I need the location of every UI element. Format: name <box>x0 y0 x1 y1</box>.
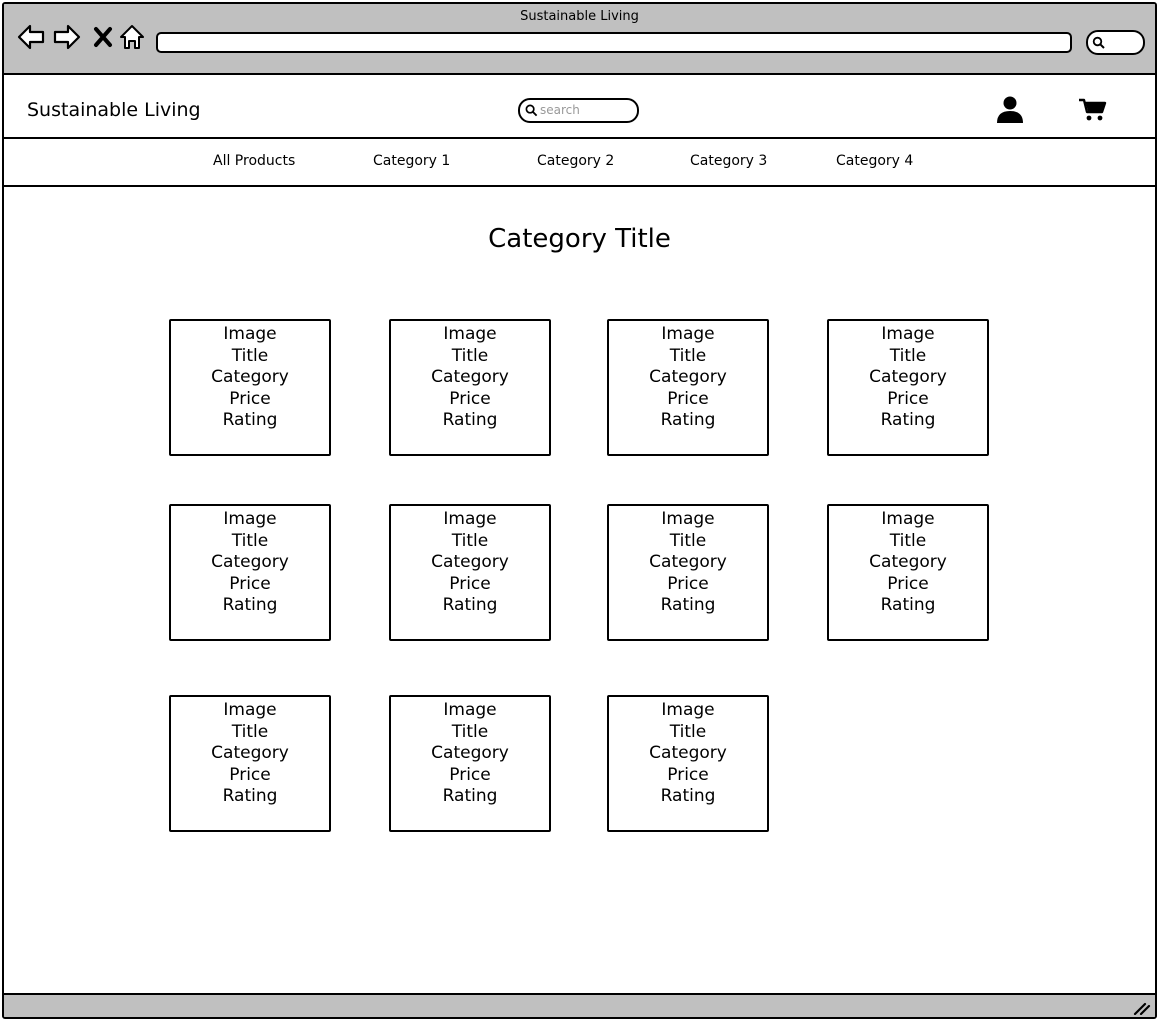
product-title: Title <box>451 345 489 366</box>
resize-grip-icon[interactable] <box>1133 1001 1151 1015</box>
product-title: Title <box>451 530 489 551</box>
user-icon[interactable] <box>993 96 1027 124</box>
product-image: Image <box>443 700 497 720</box>
back-icon[interactable] <box>16 22 46 52</box>
product-card[interactable]: Image Title Category Price Rating <box>607 319 769 456</box>
product-price: Price <box>887 573 929 594</box>
product-card[interactable]: Image Title Category Price Rating <box>827 319 989 456</box>
product-card[interactable]: Image Title Category Price Rating <box>169 319 331 456</box>
product-rating: Rating <box>442 410 498 430</box>
product-title: Title <box>231 345 269 366</box>
product-rating: Rating <box>222 595 278 615</box>
nav-item-category-4[interactable]: Category 4 <box>836 153 913 169</box>
product-category: Category <box>211 367 289 387</box>
product-title: Title <box>889 530 927 551</box>
product-price: Price <box>449 573 491 594</box>
nav-item-category-2[interactable]: Category 2 <box>537 153 614 169</box>
product-price: Price <box>229 388 271 409</box>
product-category: Category <box>431 552 509 572</box>
nav-item-category-3[interactable]: Category 3 <box>690 153 767 169</box>
product-image: Image <box>661 700 715 720</box>
nav-item-category-1[interactable]: Category 1 <box>373 153 450 169</box>
product-card[interactable]: Image Title Category Price Rating <box>827 504 989 641</box>
product-rating: Rating <box>660 410 716 430</box>
product-card[interactable]: Image Title Category Price Rating <box>389 504 551 641</box>
page-title: Category Title <box>488 224 671 254</box>
home-icon[interactable] <box>117 22 147 52</box>
product-image: Image <box>661 509 715 529</box>
product-card[interactable]: Image Title Category Price Rating <box>169 695 331 832</box>
product-rating: Rating <box>660 786 716 806</box>
cart-icon[interactable] <box>1078 97 1108 123</box>
product-category: Category <box>649 552 727 572</box>
product-price: Price <box>667 764 709 785</box>
forward-icon[interactable] <box>52 22 82 52</box>
stop-icon[interactable] <box>88 22 118 52</box>
product-category: Category <box>869 367 947 387</box>
product-category: Category <box>431 367 509 387</box>
product-rating: Rating <box>442 595 498 615</box>
product-price: Price <box>229 573 271 594</box>
browser-titlebar: Sustainable Living <box>4 4 1155 75</box>
product-title: Title <box>889 345 927 366</box>
product-title: Title <box>669 721 707 742</box>
site-search-box[interactable] <box>518 98 639 123</box>
product-price: Price <box>667 388 709 409</box>
product-category: Category <box>649 743 727 763</box>
product-image: Image <box>223 509 277 529</box>
product-card[interactable]: Image Title Category Price Rating <box>607 504 769 641</box>
product-price: Price <box>887 388 929 409</box>
product-price: Price <box>229 764 271 785</box>
product-price: Price <box>449 764 491 785</box>
product-image: Image <box>223 324 277 344</box>
search-icon <box>1092 36 1105 49</box>
product-category: Category <box>431 743 509 763</box>
product-rating: Rating <box>222 410 278 430</box>
product-price: Price <box>667 573 709 594</box>
status-bar <box>4 993 1155 1017</box>
product-rating: Rating <box>660 595 716 615</box>
search-input[interactable] <box>540 102 630 118</box>
product-rating: Rating <box>442 786 498 806</box>
product-category: Category <box>211 552 289 572</box>
product-rating: Rating <box>880 595 936 615</box>
product-category: Category <box>211 743 289 763</box>
window-title: Sustainable Living <box>520 9 639 24</box>
product-card[interactable]: Image Title Category Price Rating <box>169 504 331 641</box>
product-card[interactable]: Image Title Category Price Rating <box>607 695 769 832</box>
product-image: Image <box>223 700 277 720</box>
category-nav: All Products Category 1 Category 2 Categ… <box>4 139 1155 187</box>
browser-window: Sustainable Living Sustainable Living se… <box>2 2 1157 1019</box>
product-category: Category <box>869 552 947 572</box>
product-price: Price <box>449 388 491 409</box>
product-card[interactable]: Image Title Category Price Rating <box>389 695 551 832</box>
product-title: Title <box>669 530 707 551</box>
address-bar[interactable] <box>156 32 1072 53</box>
product-image: Image <box>661 324 715 344</box>
product-title: Title <box>231 530 269 551</box>
product-title: Title <box>231 721 269 742</box>
product-title: Title <box>451 721 489 742</box>
search-icon <box>525 104 538 117</box>
product-rating: Rating <box>222 786 278 806</box>
product-title: Title <box>669 345 707 366</box>
product-card[interactable]: Image Title Category Price Rating <box>389 319 551 456</box>
site-header: Sustainable Living <box>4 75 1155 139</box>
product-rating: Rating <box>880 410 936 430</box>
nav-item-all-products[interactable]: All Products <box>213 153 295 169</box>
product-image: Image <box>881 324 935 344</box>
site-brand[interactable]: Sustainable Living <box>27 99 201 121</box>
browser-search-box[interactable] <box>1086 30 1145 55</box>
product-image: Image <box>881 509 935 529</box>
product-image: Image <box>443 324 497 344</box>
product-image: Image <box>443 509 497 529</box>
product-category: Category <box>649 367 727 387</box>
